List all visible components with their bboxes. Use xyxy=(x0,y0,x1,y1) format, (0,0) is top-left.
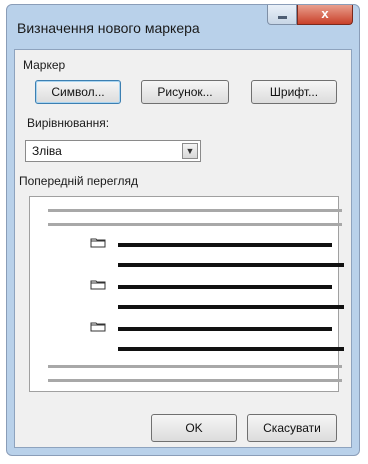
preview-gray-line xyxy=(48,365,342,368)
preview-text-line xyxy=(118,305,344,309)
preview-bullet-line xyxy=(118,285,332,289)
chevron-down-icon[interactable]: ▼ xyxy=(182,143,198,159)
preview-text-line xyxy=(118,263,344,267)
preview-gray-line xyxy=(48,209,342,212)
font-button[interactable]: Шрифт... xyxy=(251,80,337,104)
preview-gray-line xyxy=(48,223,342,226)
alignment-select[interactable]: Зліва ▼ xyxy=(25,140,201,162)
folder-icon xyxy=(90,321,106,332)
ok-button[interactable]: OK xyxy=(151,414,237,442)
picture-button[interactable]: Рисунок... xyxy=(141,80,229,104)
preview-bullet-line xyxy=(118,243,332,247)
alignment-label: Вирівнювання: xyxy=(27,116,110,130)
minimize-button[interactable] xyxy=(267,5,297,25)
folder-icon xyxy=(90,237,106,248)
close-button[interactable]: x xyxy=(297,5,353,25)
preview-label: Попередній перегляд xyxy=(19,174,139,188)
dialog-body: Маркер Символ... Рисунок... Шрифт... Вир… xyxy=(14,49,352,448)
folder-icon xyxy=(90,279,106,290)
close-icon: x xyxy=(321,6,329,21)
preview-gray-line xyxy=(48,379,342,382)
title-bar[interactable]: Визначення нового маркера x xyxy=(7,5,359,49)
marker-group-label: Маркер xyxy=(23,58,66,72)
alignment-value: Зліва xyxy=(32,144,62,158)
preview-text-line xyxy=(118,347,344,351)
dialog-title: Визначення нового маркера xyxy=(17,20,200,36)
symbol-button[interactable]: Символ... xyxy=(35,80,121,104)
preview-pane xyxy=(29,196,344,392)
preview-bullet-line xyxy=(118,327,332,331)
dialog-window: Визначення нового маркера x Маркер Симво… xyxy=(6,4,360,456)
cancel-button[interactable]: Скасувати xyxy=(247,414,337,442)
